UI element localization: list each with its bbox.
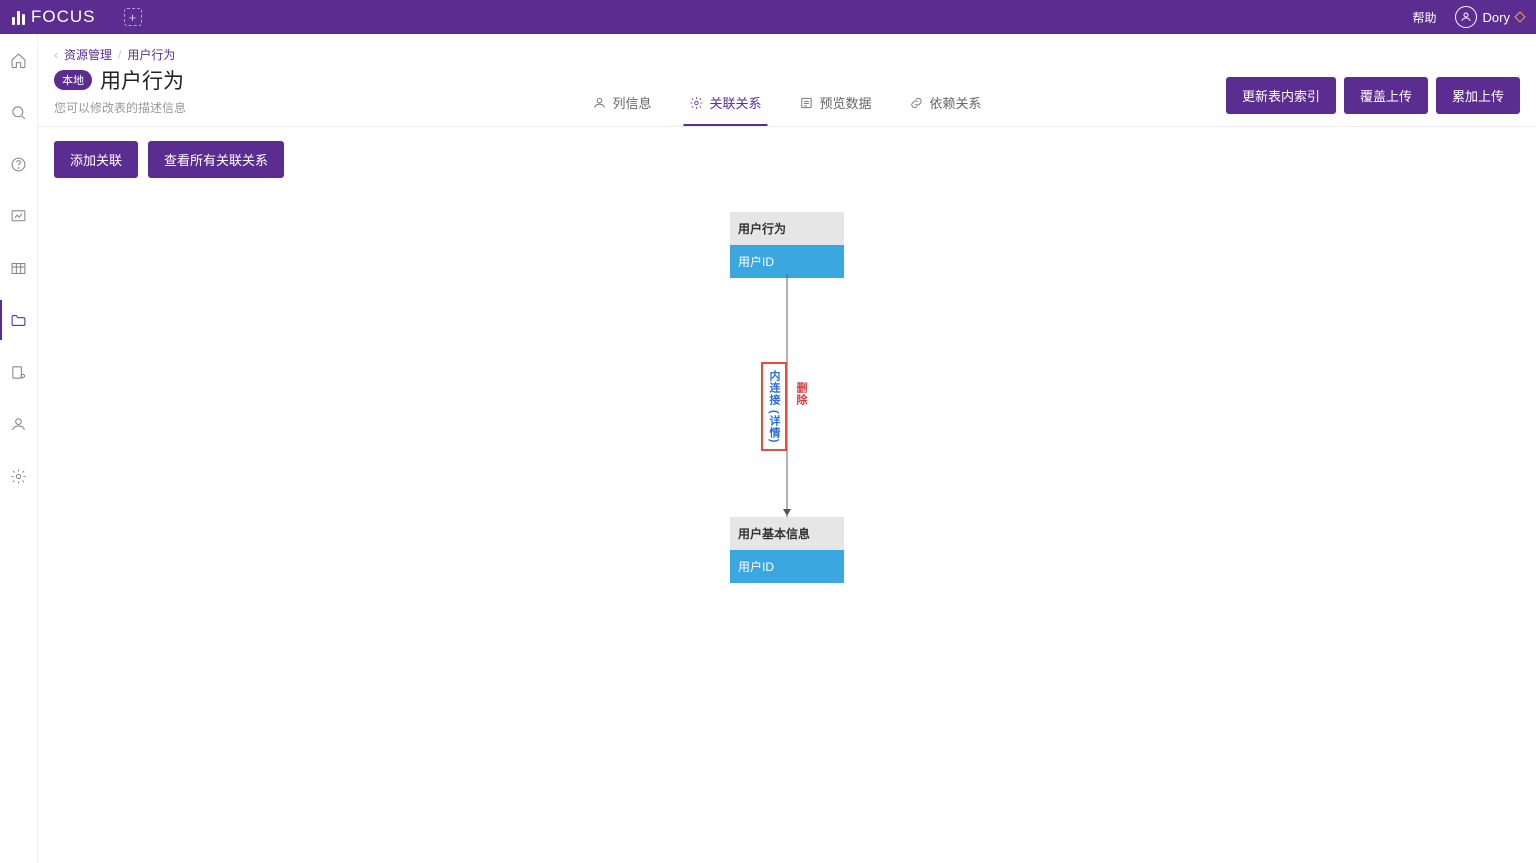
sidebar-item-chart[interactable] (0, 204, 38, 228)
chevron-left-icon[interactable]: ‹ (54, 48, 58, 62)
tab-dependency[interactable]: 依赖关系 (904, 83, 988, 126)
page-header: ‹ 资源管理 / 用户行为 本地 用户行为 您可以修改表的描述信息 列信息 关联… (38, 34, 1536, 127)
node-title: 用户基本信息 (730, 517, 844, 550)
page-title: 用户行为 (100, 65, 184, 95)
sidebar-item-config[interactable] (0, 360, 38, 384)
user-menu[interactable]: Dory (1455, 6, 1524, 28)
sidebar (0, 34, 38, 863)
diagram-node-target[interactable]: 用户基本信息 用户ID (730, 517, 844, 583)
diamond-icon (1514, 11, 1525, 22)
tab-columns[interactable]: 列信息 (586, 83, 657, 126)
new-button[interactable]: + (124, 8, 142, 26)
logo[interactable]: FOCUS (12, 7, 96, 27)
link-icon (910, 96, 924, 110)
sidebar-item-search[interactable] (0, 100, 38, 124)
brand-name: FOCUS (31, 7, 96, 27)
append-upload-button[interactable]: 累加上传 (1436, 77, 1520, 114)
breadcrumb: ‹ 资源管理 / 用户行为 (54, 46, 1520, 63)
sidebar-item-user[interactable] (0, 412, 38, 436)
help-link[interactable]: 帮助 (1413, 9, 1437, 26)
diagram-node-source[interactable]: 用户行为 用户ID (730, 212, 844, 278)
topbar: FOCUS + 帮助 Dory (0, 0, 1536, 34)
sidebar-item-help[interactable] (0, 152, 38, 176)
sidebar-item-home[interactable] (0, 48, 38, 72)
tab-relations[interactable]: 关联关系 (683, 83, 767, 126)
node-title: 用户行为 (730, 212, 844, 245)
delete-relation-button[interactable]: 删除 (793, 382, 809, 406)
sidebar-item-table[interactable] (0, 256, 38, 280)
join-type-label[interactable]: 内连接 (详情) (761, 362, 787, 451)
logo-icon (12, 9, 25, 25)
user-name: Dory (1483, 10, 1510, 25)
user-icon (592, 96, 606, 110)
canvas: 添加关联 查看所有关联关系 用户行为 用户ID 内连接 (详情) 删除 用户基本… (38, 127, 1536, 863)
local-badge: 本地 (54, 70, 92, 90)
sidebar-item-settings[interactable] (0, 464, 38, 488)
breadcrumb-parent[interactable]: 资源管理 (64, 46, 112, 63)
update-index-button[interactable]: 更新表内索引 (1226, 77, 1336, 114)
sidebar-item-folder[interactable] (0, 308, 38, 332)
node-field: 用户ID (730, 550, 844, 583)
gear-icon (689, 96, 703, 110)
list-icon (800, 96, 814, 110)
avatar-icon (1455, 6, 1477, 28)
breadcrumb-current[interactable]: 用户行为 (127, 46, 175, 63)
arrowhead-icon (783, 509, 791, 516)
overwrite-upload-button[interactable]: 覆盖上传 (1344, 77, 1428, 114)
tabs: 列信息 关联关系 预览数据 依赖关系 (586, 83, 987, 126)
tab-preview[interactable]: 预览数据 (794, 83, 878, 126)
